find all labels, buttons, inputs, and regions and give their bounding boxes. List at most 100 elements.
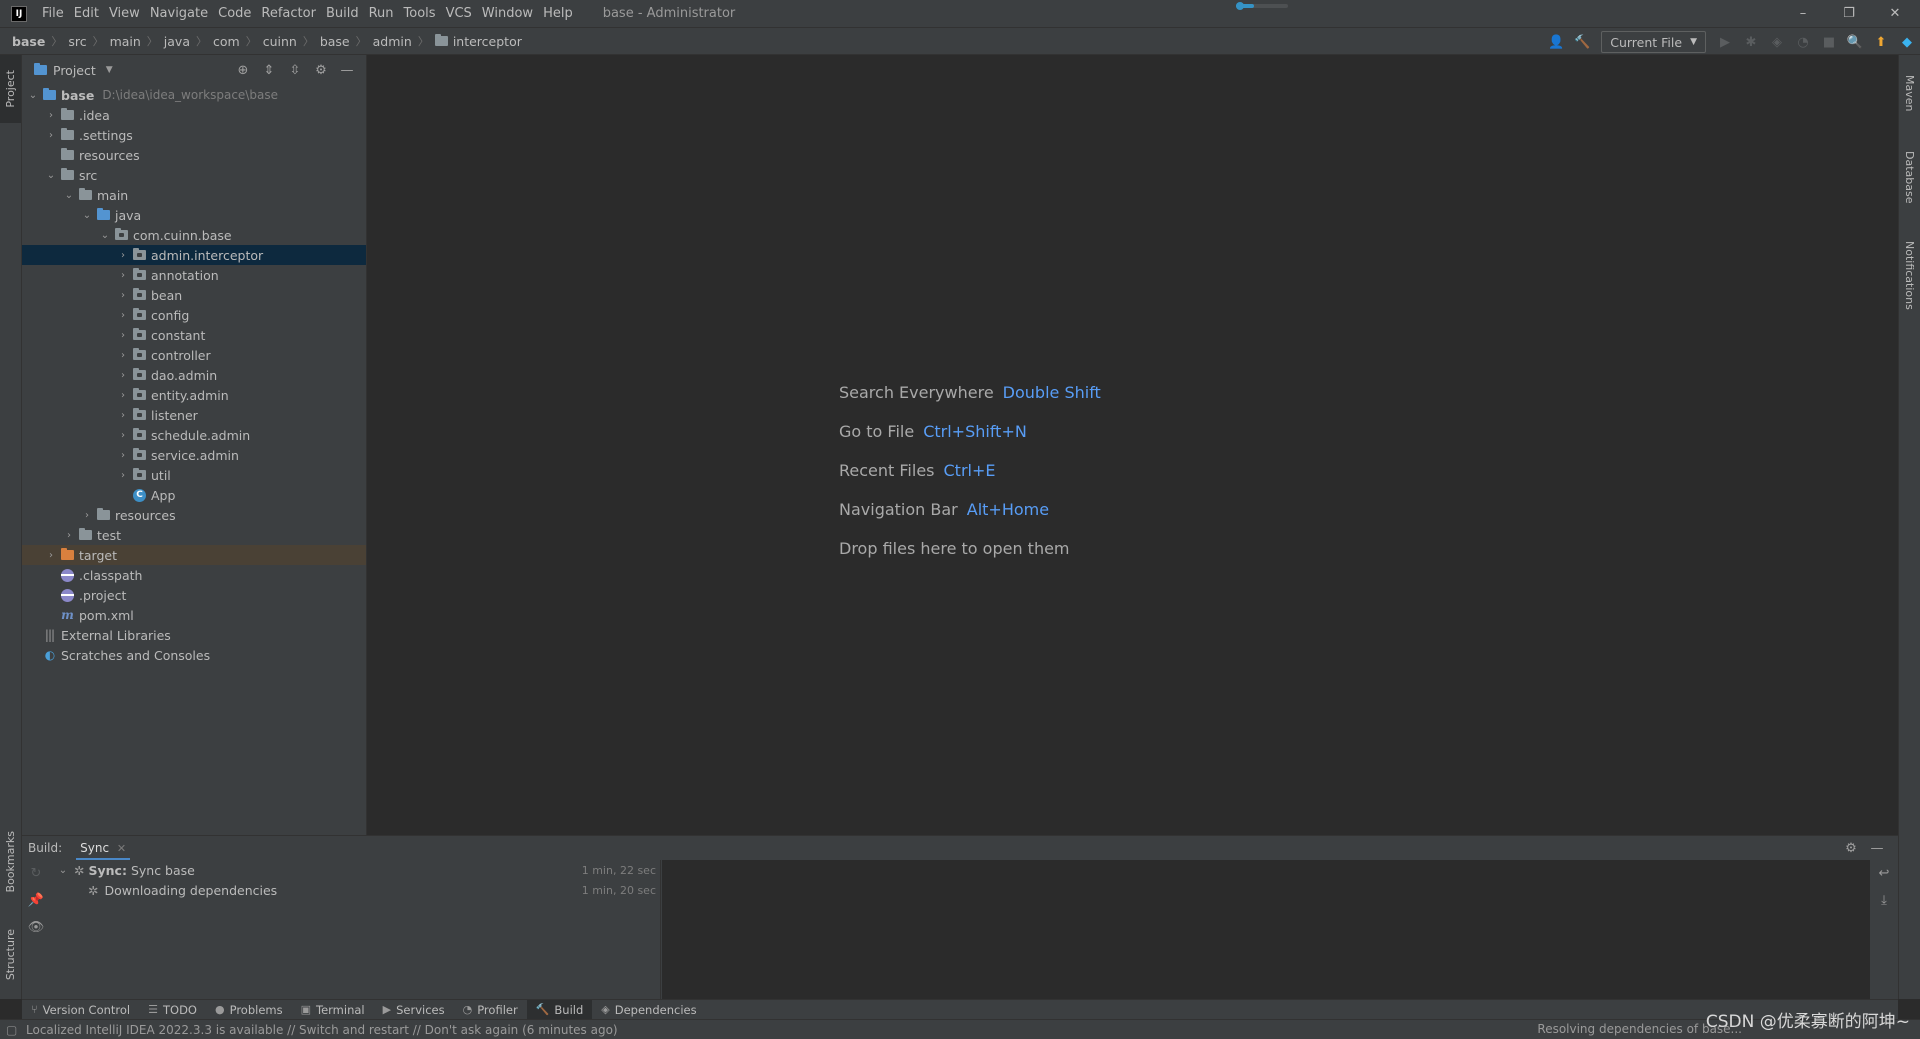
chevron-right-icon[interactable]: › (116, 250, 130, 261)
scroll-to-end-icon[interactable]: ⤓ (1870, 887, 1898, 914)
chevron-down-icon[interactable]: ⌄ (62, 190, 76, 201)
chevron-right-icon[interactable]: › (116, 270, 130, 281)
toggle-tool-windows-icon[interactable]: ▢ (6, 1023, 17, 1037)
tree-item-listener[interactable]: › listener (22, 405, 366, 425)
gear-icon[interactable]: ⚙ (1838, 841, 1864, 856)
gear-icon[interactable]: ⚙ (308, 63, 334, 78)
chevron-right-icon[interactable]: › (80, 510, 94, 521)
breadcrumb-admin[interactable]: admin (373, 34, 412, 49)
chevron-right-icon[interactable]: › (44, 110, 58, 121)
tree-item-src[interactable]: ⌄ src (22, 165, 366, 185)
soft-wrap-icon[interactable]: ↩ (1870, 860, 1898, 887)
tab-bookmarks[interactable]: Bookmarks (0, 817, 21, 907)
tree-item-app[interactable]: C App (22, 485, 366, 505)
chevron-down-icon[interactable]: ⌄ (56, 865, 70, 876)
hide-icon[interactable]: — (1864, 841, 1890, 856)
tree-item-resources[interactable]: resources (22, 145, 366, 165)
chevron-right-icon[interactable]: › (116, 370, 130, 381)
tab-terminal[interactable]: ▣ Terminal (292, 1000, 374, 1020)
tab-notifications[interactable]: Notifications (1899, 225, 1920, 325)
expand-all-icon[interactable]: ⇕ (256, 63, 282, 78)
menu-vcs[interactable]: VCS (441, 0, 477, 27)
tab-project[interactable]: Project (0, 55, 21, 123)
build-hammer-icon[interactable]: 🔨 (1571, 31, 1593, 53)
tree-item-config[interactable]: › config (22, 305, 366, 325)
breadcrumb-java[interactable]: java (164, 34, 190, 49)
tree-item-main[interactable]: ⌄ main (22, 185, 366, 205)
close-icon[interactable]: ✕ (117, 842, 126, 855)
chevron-right-icon[interactable]: › (116, 430, 130, 441)
refresh-icon[interactable]: ↻ (22, 860, 50, 887)
tree-item-service-admin[interactable]: › service.admin (22, 445, 366, 465)
tab-dependencies[interactable]: ◈ Dependencies (592, 1000, 705, 1020)
hide-icon[interactable]: — (334, 63, 360, 78)
chevron-right-icon[interactable]: › (44, 130, 58, 141)
chevron-right-icon[interactable]: › (116, 450, 130, 461)
editor-empty-area[interactable]: Search Everywhere Double Shift Go to Fil… (368, 55, 1898, 835)
search-icon[interactable]: 🔍 (1844, 31, 1866, 53)
jetbrains-toolbox-icon[interactable]: ◆ (1896, 31, 1918, 53)
chevron-right-icon[interactable]: › (116, 390, 130, 401)
tree-item-settings[interactable]: › .settings (22, 125, 366, 145)
breadcrumb-com[interactable]: com (213, 34, 240, 49)
tab-todo[interactable]: ☰ TODO (139, 1000, 206, 1020)
tree-item-base[interactable]: ⌄ base D:\idea\idea_workspace\base (22, 85, 366, 105)
chevron-down-icon[interactable]: ⌄ (80, 210, 94, 221)
profile-icon[interactable]: ◔ (1792, 31, 1814, 53)
tree-item-idea[interactable]: › .idea (22, 105, 366, 125)
tree-item-project[interactable]: .project (22, 585, 366, 605)
tree-item-scratches[interactable]: ◐ Scratches and Consoles (22, 645, 366, 665)
tree-item-package-root[interactable]: ⌄ com.cuinn.base (22, 225, 366, 245)
menu-help[interactable]: Help (538, 0, 578, 27)
tab-version-control[interactable]: ⑂ Version Control (22, 1000, 139, 1020)
tab-maven[interactable]: Maven (1899, 63, 1920, 123)
menu-build[interactable]: Build (321, 0, 364, 27)
minimize-button[interactable]: – (1780, 0, 1826, 27)
breadcrumb-main[interactable]: main (110, 34, 141, 49)
pin-icon[interactable]: 📌 (22, 887, 50, 914)
build-console-output[interactable] (662, 860, 1870, 1000)
tab-build[interactable]: 🔨 Build (526, 999, 593, 1020)
tab-services[interactable]: ▶ Services (374, 1000, 454, 1020)
build-row-sync[interactable]: ⌄ ✲ Sync: Sync base 1 min, 22 sec (50, 860, 660, 880)
breadcrumb-base-pkg[interactable]: base (320, 34, 350, 49)
chevron-right-icon[interactable]: › (116, 470, 130, 481)
menu-tools[interactable]: Tools (399, 0, 441, 27)
tree-item-classpath[interactable]: .classpath (22, 565, 366, 585)
tree-item-dao-admin[interactable]: › dao.admin (22, 365, 366, 385)
menu-view[interactable]: View (104, 0, 145, 27)
tab-problems[interactable]: ● Problems (206, 1000, 292, 1020)
status-message[interactable]: Localized IntelliJ IDEA 2022.3.3 is avai… (26, 1023, 618, 1037)
chevron-down-icon[interactable]: ⌄ (26, 90, 40, 101)
user-icon[interactable]: 👤 (1545, 31, 1567, 53)
menu-run[interactable]: Run (364, 0, 399, 27)
menu-refactor[interactable]: Refactor (256, 0, 321, 27)
tree-item-controller[interactable]: › controller (22, 345, 366, 365)
breadcrumb-cuinn[interactable]: cuinn (263, 34, 297, 49)
chevron-down-icon[interactable]: ⌄ (98, 230, 112, 241)
collapse-all-icon[interactable]: ⇳ (282, 63, 308, 78)
chevron-right-icon[interactable]: › (116, 410, 130, 421)
menu-code[interactable]: Code (213, 0, 256, 27)
chevron-right-icon[interactable]: › (116, 290, 130, 301)
tree-item-target[interactable]: › target (22, 545, 366, 565)
tree-item-main-resources[interactable]: › resources (22, 505, 366, 525)
close-button[interactable]: ✕ (1872, 0, 1918, 27)
select-opened-file-icon[interactable]: ⊕ (230, 63, 256, 78)
update-icon[interactable]: ⬆ (1870, 31, 1892, 53)
project-view-selector[interactable]: Project (53, 63, 96, 78)
tree-item-schedule-admin[interactable]: › schedule.admin (22, 425, 366, 445)
tree-item-pom[interactable]: m pom.xml (22, 605, 366, 625)
debug-icon[interactable]: ✱ (1740, 31, 1762, 53)
coverage-icon[interactable]: ◈ (1766, 31, 1788, 53)
run-configuration-select[interactable]: Current File ▼ (1601, 31, 1706, 53)
tree-item-annotation[interactable]: › annotation (22, 265, 366, 285)
stop-icon[interactable]: ■ (1818, 31, 1840, 53)
tab-profiler[interactable]: ◔ Profiler (454, 1000, 527, 1020)
chevron-right-icon[interactable]: › (116, 310, 130, 321)
restore-button[interactable]: ❐ (1826, 0, 1872, 27)
tab-database[interactable]: Database (1899, 137, 1920, 217)
tree-item-entity-admin[interactable]: › entity.admin (22, 385, 366, 405)
eye-icon[interactable]: 👁 (22, 914, 50, 941)
tab-structure[interactable]: Structure (0, 915, 21, 995)
